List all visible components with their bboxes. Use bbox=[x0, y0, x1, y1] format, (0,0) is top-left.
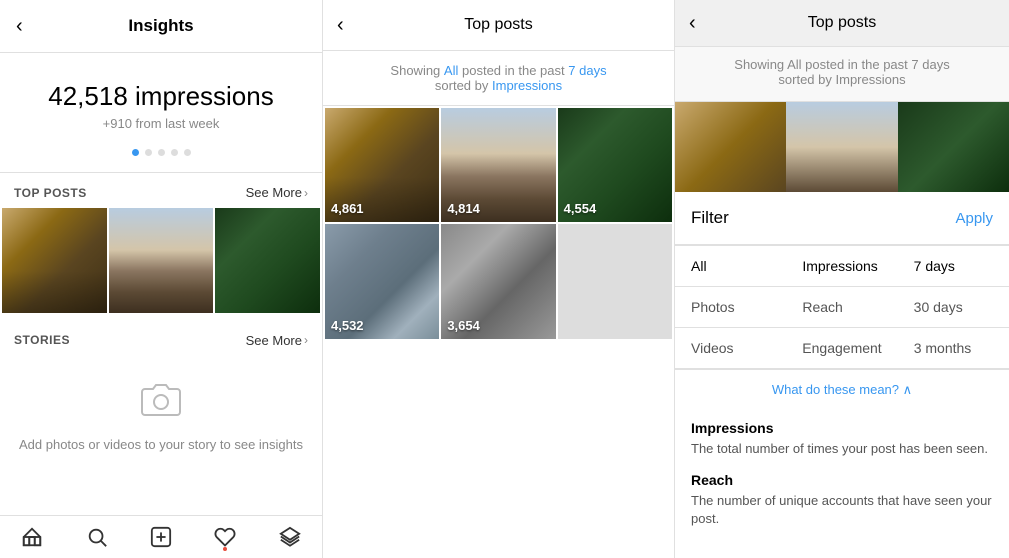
top-posts-back-icon[interactable]: ‹ bbox=[337, 14, 344, 37]
post-item-5[interactable]: 3,654 bbox=[441, 224, 555, 338]
bottom-nav bbox=[0, 515, 322, 558]
stories-section-header: STORIES See More › bbox=[0, 321, 322, 356]
post-count-4: 4,532 bbox=[331, 318, 364, 333]
top-posts-panel: ‹ Top posts Showing All posted in the pa… bbox=[323, 0, 675, 558]
filter-back-icon[interactable]: ‹ bbox=[689, 12, 696, 35]
impressions-number: 42,518 impressions bbox=[48, 81, 273, 112]
post-item-4[interactable]: 4,532 bbox=[325, 224, 439, 338]
heart-nav-icon[interactable] bbox=[214, 526, 236, 548]
filter-option-reach[interactable]: Reach bbox=[786, 287, 897, 327]
filter-option-3months[interactable]: 3 months bbox=[898, 328, 1009, 368]
filter-panel-metric[interactable]: Impressions bbox=[836, 72, 906, 87]
filter-row-1: All Impressions 7 days bbox=[675, 246, 1009, 287]
dot-5 bbox=[184, 149, 191, 156]
posts-grid: 4,861 4,814 4,554 4,532 3,654 bbox=[323, 106, 674, 341]
search-nav-icon[interactable] bbox=[86, 526, 108, 548]
insights-title: Insights bbox=[128, 16, 193, 36]
def-impressions-text: The total number of times your post has … bbox=[691, 440, 993, 458]
post-thumb-3[interactable] bbox=[215, 208, 320, 313]
dot-2 bbox=[145, 149, 152, 156]
stories-empty-text: Add photos or videos to your story to se… bbox=[19, 437, 303, 452]
top-posts-title: Top posts bbox=[464, 16, 532, 34]
dot-3 bbox=[158, 149, 165, 156]
layers-nav-icon[interactable] bbox=[279, 526, 301, 548]
post-item-3[interactable]: 4,554 bbox=[558, 108, 672, 222]
filter-panel: ‹ Top posts Showing All posted in the pa… bbox=[675, 0, 1009, 558]
filter-option-videos[interactable]: Videos bbox=[675, 328, 786, 368]
impressions-change: +910 from last week bbox=[103, 116, 220, 131]
stories-chevron-icon: › bbox=[304, 333, 308, 347]
dot-4 bbox=[171, 149, 178, 156]
filter-option-engagement[interactable]: Engagement bbox=[786, 328, 897, 368]
home-nav-icon[interactable] bbox=[21, 526, 43, 548]
filter-thumb-strip bbox=[675, 102, 1009, 192]
thumb-strip-2 bbox=[786, 102, 897, 192]
top-posts-section-header: TOP POSTS See More › bbox=[0, 173, 322, 208]
top-posts-filter-text: Showing All posted in the past 7 days so… bbox=[323, 51, 674, 106]
top-posts-grid bbox=[0, 208, 322, 313]
apply-button[interactable]: Apply bbox=[955, 210, 993, 227]
stories-label: STORIES bbox=[14, 333, 70, 347]
filter-row-3: Videos Engagement 3 months bbox=[675, 328, 1009, 368]
filter-option-impressions[interactable]: Impressions bbox=[786, 246, 897, 286]
stories-section: STORIES See More › Add photos or videos … bbox=[0, 321, 322, 476]
top-posts-header: ‹ Top posts bbox=[323, 0, 674, 51]
filter-panel-period[interactable]: 7 days bbox=[911, 57, 949, 72]
filter-metric[interactable]: Impressions bbox=[492, 78, 562, 93]
back-icon[interactable]: ‹ bbox=[16, 15, 23, 38]
post-item-6 bbox=[558, 224, 672, 338]
def-impressions-title: Impressions bbox=[691, 420, 993, 436]
see-more-chevron-icon: › bbox=[304, 186, 308, 200]
definitions-section: Impressions The total number of times yo… bbox=[675, 410, 1009, 553]
filter-options-section: All Impressions 7 days Photos Reach 30 d… bbox=[675, 246, 1009, 369]
filter-panel-title: Top posts bbox=[808, 14, 876, 32]
post-thumb-1[interactable] bbox=[2, 208, 107, 313]
filter-row-2: Photos Reach 30 days bbox=[675, 287, 1009, 328]
post-count-1: 4,861 bbox=[331, 201, 364, 216]
post-count-2: 4,814 bbox=[447, 201, 480, 216]
thumb-strip-3 bbox=[898, 102, 1009, 192]
impressions-section: 42,518 impressions +910 from last week bbox=[0, 53, 322, 173]
stories-see-more[interactable]: See More › bbox=[246, 333, 308, 348]
filter-option-photos[interactable]: Photos bbox=[675, 287, 786, 327]
filter-option-30days[interactable]: 30 days bbox=[898, 287, 1009, 327]
insights-panel: ‹ Insights 42,518 impressions +910 from … bbox=[0, 0, 323, 558]
post-item-2[interactable]: 4,814 bbox=[441, 108, 555, 222]
insights-header: ‹ Insights bbox=[0, 0, 322, 53]
top-posts-label: TOP POSTS bbox=[14, 186, 87, 200]
top-posts-see-more[interactable]: See More › bbox=[246, 185, 308, 200]
filter-option-7days[interactable]: 7 days bbox=[898, 246, 1009, 286]
dots-indicator bbox=[132, 149, 191, 156]
add-nav-icon[interactable] bbox=[150, 526, 172, 548]
filter-label: Filter bbox=[691, 208, 729, 228]
def-reach-title: Reach bbox=[691, 472, 993, 488]
filter-subtitle: Showing All posted in the past 7 days so… bbox=[675, 47, 1009, 102]
post-count-3: 4,554 bbox=[564, 201, 597, 216]
thumb-strip-1 bbox=[675, 102, 786, 192]
what-means-link[interactable]: What do these mean? ∧ bbox=[675, 370, 1009, 410]
filter-panel-header: ‹ Top posts bbox=[675, 0, 1009, 47]
filter-period[interactable]: 7 days bbox=[568, 63, 606, 78]
filter-all[interactable]: All bbox=[444, 63, 458, 78]
camera-icon bbox=[140, 380, 182, 427]
stories-empty: Add photos or videos to your story to se… bbox=[0, 356, 322, 476]
post-thumb-2[interactable] bbox=[109, 208, 214, 313]
post-item-1[interactable]: 4,861 bbox=[325, 108, 439, 222]
post-count-5: 3,654 bbox=[447, 318, 480, 333]
def-reach-text: The number of unique accounts that have … bbox=[691, 492, 993, 528]
filter-option-all[interactable]: All bbox=[675, 246, 786, 286]
filter-panel-all[interactable]: All bbox=[787, 57, 801, 72]
dot-1 bbox=[132, 149, 139, 156]
filter-action-bar: Filter Apply bbox=[675, 192, 1009, 245]
